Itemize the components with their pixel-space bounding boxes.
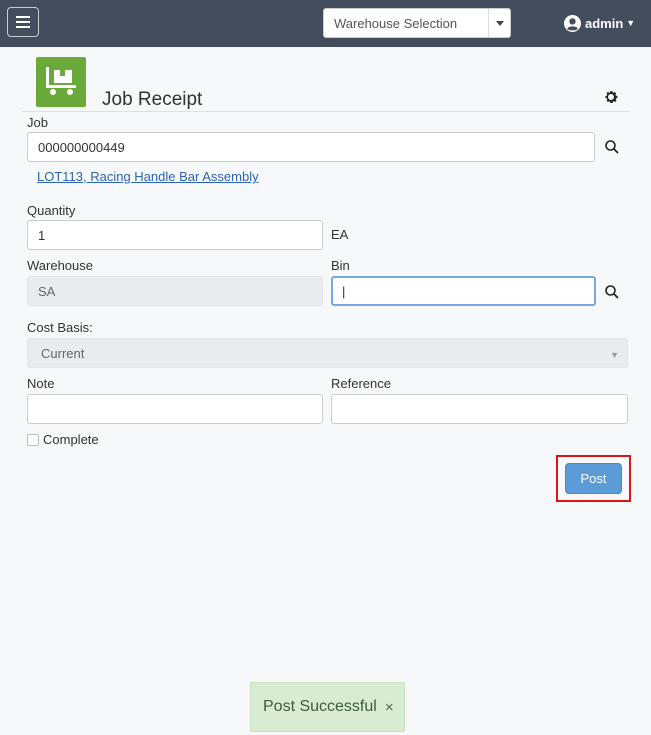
warehouse-label: Warehouse: [27, 258, 93, 273]
close-icon[interactable]: ×: [385, 699, 394, 716]
job-item-link[interactable]: LOT113, Racing Handle Bar Assembly: [37, 169, 259, 184]
pallet-cart-icon: [36, 57, 86, 107]
unit-of-measure: EA: [331, 227, 349, 242]
job-label: Job: [27, 115, 48, 130]
warehouse-select[interactable]: Warehouse Selection: [323, 8, 511, 38]
hamburger-menu-icon: [16, 16, 30, 28]
quantity-input[interactable]: 1: [27, 220, 323, 250]
complete-label: Complete: [43, 432, 99, 447]
bin-label: Bin: [331, 258, 350, 273]
user-avatar-icon: [564, 14, 581, 32]
post-button[interactable]: Post: [565, 463, 622, 494]
cost-basis-value: Current: [41, 346, 85, 361]
gear-icon[interactable]: [603, 89, 619, 105]
cost-basis-select: Current ▼: [27, 338, 628, 368]
chevron-down-icon[interactable]: [488, 9, 510, 37]
caret-down-icon: ▼: [626, 18, 636, 28]
reference-input[interactable]: [331, 394, 628, 424]
chevron-down-icon: ▼: [610, 350, 619, 360]
page-title: Job Receipt: [102, 89, 203, 110]
bin-input[interactable]: |: [331, 276, 596, 306]
job-input[interactable]: 000000000449: [27, 132, 595, 162]
reference-label: Reference: [331, 376, 391, 391]
header-divider: [22, 111, 629, 112]
bin-search-icon[interactable]: [604, 284, 620, 300]
quantity-label: Quantity: [27, 203, 76, 218]
hamburger-menu-button[interactable]: [7, 7, 39, 37]
user-name: admin: [585, 15, 624, 31]
warehouse-select-label: Warehouse Selection: [334, 16, 458, 31]
toast-message: Post Successful: [263, 698, 377, 715]
warehouse-field: SA: [27, 276, 323, 306]
job-search-icon[interactable]: [604, 139, 620, 155]
top-navbar: Warehouse Selection admin ▼: [0, 0, 651, 47]
complete-checkbox[interactable]: [27, 434, 39, 446]
cost-basis-label: Cost Basis:: [27, 320, 93, 335]
success-toast: Post Successful ×: [250, 682, 405, 732]
note-input[interactable]: [27, 394, 323, 424]
note-label: Note: [27, 376, 55, 391]
user-menu[interactable]: admin ▼: [564, 13, 635, 33]
